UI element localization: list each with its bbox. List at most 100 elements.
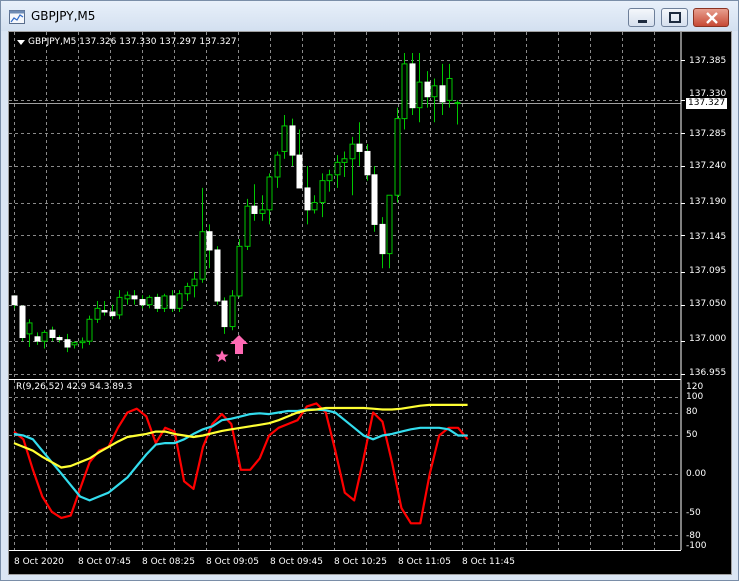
time-axis-label: 8 Oct 10:25	[334, 557, 387, 567]
candle-body	[34, 336, 41, 342]
indicator-axis-label: -100	[686, 541, 707, 551]
price-axis-label: 136.955	[689, 368, 727, 378]
candle	[364, 144, 371, 181]
candle	[154, 293, 161, 312]
price-axis-label: 137.050	[689, 299, 727, 309]
candle-body	[379, 223, 386, 255]
candle-body	[161, 295, 168, 309]
price-axis-label: 137.240	[689, 161, 727, 171]
candle-body	[386, 194, 393, 255]
candle-body	[176, 293, 183, 309]
indicator-axis-label: 80	[686, 407, 698, 417]
time-axis-label: 8 Oct 09:05	[206, 557, 259, 567]
candle	[311, 195, 318, 214]
price-axis-label: 137.285	[689, 129, 727, 139]
candle-body	[236, 245, 243, 297]
candle-body	[401, 63, 408, 120]
candle-body	[274, 154, 281, 178]
candle-body	[41, 331, 48, 342]
candle-body	[184, 285, 191, 295]
candle-body	[371, 174, 378, 225]
candle-body	[191, 278, 198, 287]
candle-body	[424, 81, 431, 98]
candle-body	[229, 295, 236, 328]
indicator-line	[13, 403, 468, 469]
candle	[146, 295, 153, 309]
candle-body	[334, 161, 341, 176]
candle-body	[86, 318, 93, 342]
candle	[94, 301, 101, 323]
candle-body	[56, 337, 63, 341]
candle-body	[341, 158, 348, 163]
candle	[266, 173, 273, 225]
chart-area[interactable]: GBPJPY,M5 137.326 137.330 137.297 137.32…	[8, 31, 732, 575]
candle	[394, 107, 401, 203]
time-axis-label: 8 Oct 11:05	[398, 557, 451, 567]
candle-body	[49, 329, 56, 339]
candle-body	[199, 231, 206, 280]
candle-body	[446, 77, 453, 101]
candle-body	[109, 311, 116, 317]
candle	[191, 271, 198, 298]
candle	[416, 52, 423, 123]
candle	[296, 129, 303, 189]
candle-body	[206, 231, 213, 251]
title-bar[interactable]: GBPJPY,M5	[1, 1, 738, 31]
close-icon	[706, 12, 718, 24]
candle	[176, 290, 183, 312]
chart-canvas[interactable]	[9, 32, 733, 576]
candle-body	[71, 342, 78, 346]
chart-window-icon	[9, 9, 25, 24]
chart-menu-triangle-icon[interactable]	[17, 40, 25, 46]
candle	[11, 295, 18, 309]
time-axis-label: 8 Oct 07:45	[78, 557, 131, 567]
buy-signal	[215, 335, 248, 362]
buy-arrow-icon	[230, 335, 248, 354]
time-axis-label: 8 Oct 2020	[14, 557, 64, 567]
candle	[229, 290, 236, 331]
candle-body	[431, 85, 438, 98]
candle-body	[124, 294, 131, 300]
candle	[326, 169, 333, 192]
candle-body	[94, 307, 101, 320]
indicator-line	[13, 408, 468, 502]
candle	[139, 295, 146, 309]
candle-body	[394, 118, 401, 196]
candle	[386, 194, 393, 269]
candle	[131, 290, 138, 305]
candle	[34, 332, 41, 345]
candle	[379, 217, 386, 269]
candle	[161, 293, 168, 312]
candle-body	[19, 305, 26, 339]
candle	[124, 291, 131, 305]
candle-body	[454, 102, 461, 105]
time-axis-label: 8 Oct 11:45	[462, 557, 515, 567]
candle	[289, 118, 296, 167]
candle	[304, 166, 311, 225]
candle-body	[439, 85, 446, 103]
candle-body	[244, 205, 251, 247]
candle-body	[259, 209, 266, 214]
candle-body	[356, 143, 363, 152]
candle	[101, 301, 108, 316]
candle	[109, 304, 116, 320]
candle-body	[281, 125, 288, 152]
candle	[86, 315, 93, 345]
candle	[259, 195, 266, 221]
candle	[251, 184, 258, 221]
candle	[274, 151, 281, 188]
candle-body	[326, 174, 333, 182]
candle-body	[251, 205, 258, 214]
price-axis-label: 137.385	[689, 56, 727, 66]
candle-body	[214, 249, 221, 302]
candle-body	[304, 187, 311, 211]
candle	[439, 63, 446, 115]
minimize-button[interactable]	[628, 8, 655, 27]
candle-body	[349, 143, 356, 160]
price-axis-label: 137.190	[689, 197, 727, 207]
window-title: GBPJPY,M5	[31, 9, 96, 23]
candle	[401, 52, 408, 130]
restore-button[interactable]	[661, 8, 688, 27]
close-button[interactable]	[693, 8, 729, 27]
candle	[454, 100, 461, 125]
